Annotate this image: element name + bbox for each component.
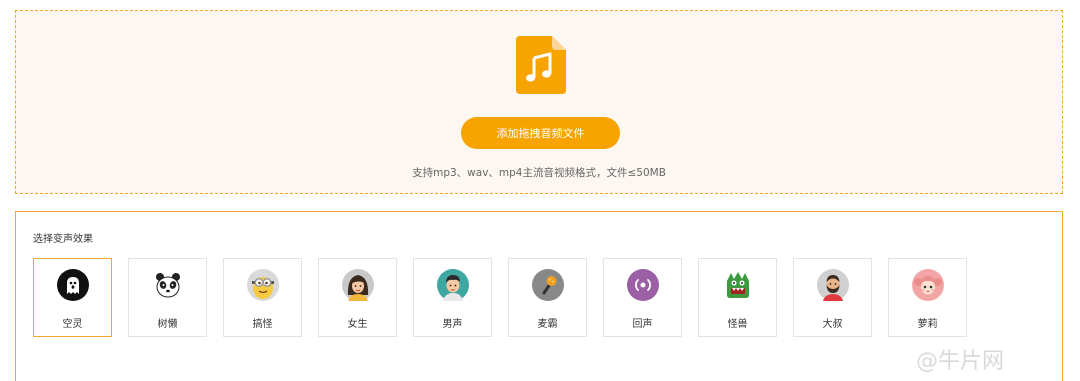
voice-effects-panel: 选择变声效果 空灵 树懒 搞怪 女生 男声 麦霸 回声 怪兽 大叔 萝莉 (15, 211, 1063, 381)
effect-label: 空灵 (62, 319, 83, 330)
microphone-icon (532, 269, 564, 301)
effect-card-monster[interactable]: 怪兽 (698, 258, 777, 337)
music-file-icon (516, 36, 566, 94)
effect-label: 树懒 (157, 319, 178, 330)
effect-label: 麦霸 (537, 319, 558, 330)
effect-card-echo[interactable]: 回声 (603, 258, 682, 337)
audio-upload-dropzone[interactable]: 添加拖拽音频文件 支持mp3、wav、mp4主流音视频格式，文件≤50MB (15, 10, 1063, 194)
effect-card-uncle[interactable]: 大叔 (793, 258, 872, 337)
site-watermark: @牛片网 (916, 349, 1005, 374)
effect-card-ethereal[interactable]: 空灵 (33, 258, 112, 337)
minion-icon (247, 269, 279, 301)
bearded-man-icon (817, 269, 849, 301)
effect-label: 搞怪 (252, 319, 273, 330)
effect-label: 大叔 (822, 319, 843, 330)
loli-avatar-icon (912, 269, 944, 301)
effect-card-male[interactable]: 男声 (413, 258, 492, 337)
effect-label: 男声 (442, 319, 463, 330)
panda-icon (156, 273, 180, 298)
effect-card-funny[interactable]: 搞怪 (223, 258, 302, 337)
effects-section-title: 选择变声效果 (33, 234, 93, 245)
ghost-icon (57, 269, 89, 301)
effect-card-loli[interactable]: 萝莉 (888, 258, 967, 337)
boy-avatar-icon (437, 269, 469, 301)
effect-card-sloth[interactable]: 树懒 (128, 258, 207, 337)
effect-card-karaoke[interactable]: 麦霸 (508, 258, 587, 337)
effect-label: 女生 (347, 319, 368, 330)
add-audio-file-button[interactable]: 添加拖拽音频文件 (461, 117, 620, 149)
girl-avatar-icon (342, 269, 374, 301)
effect-card-female[interactable]: 女生 (318, 258, 397, 337)
echo-icon (627, 269, 659, 301)
upload-format-hint: 支持mp3、wav、mp4主流音视频格式，文件≤50MB (412, 167, 666, 179)
effect-label: 怪兽 (727, 319, 748, 330)
effect-label: 回声 (632, 319, 653, 330)
monster-icon (727, 272, 749, 298)
effect-label: 萝莉 (917, 319, 938, 330)
